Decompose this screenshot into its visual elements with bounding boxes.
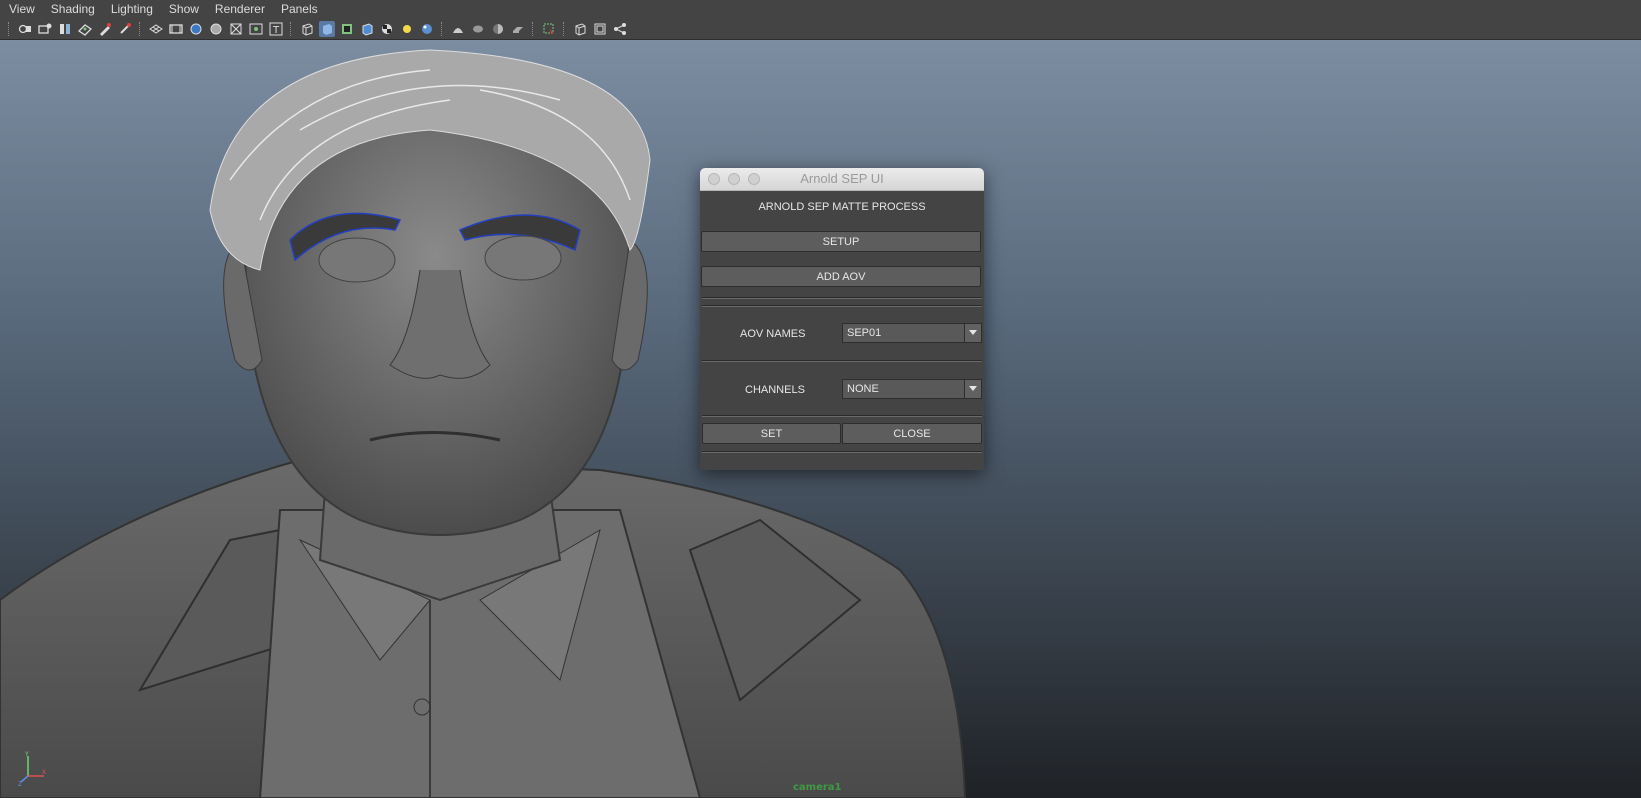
menu-panels[interactable]: Panels bbox=[272, 0, 325, 18]
viewport-menubar: View Shading Lighting Show Renderer Pane… bbox=[0, 0, 1641, 18]
2d-pan-zoom-icon[interactable] bbox=[117, 21, 133, 37]
close-button[interactable]: CLOSE bbox=[842, 423, 982, 444]
xray-components-icon[interactable] bbox=[592, 21, 608, 37]
safe-action-icon[interactable] bbox=[248, 21, 264, 37]
setup-button[interactable]: SETUP bbox=[701, 231, 981, 252]
depth-of-field-icon[interactable] bbox=[490, 21, 506, 37]
aov-names-label: AOV NAMES bbox=[740, 328, 806, 340]
svg-text:Z: Z bbox=[18, 781, 22, 786]
dialog-titlebar[interactable]: Arnold SEP UI bbox=[700, 168, 984, 191]
menu-view[interactable]: View bbox=[0, 0, 42, 18]
aov-names-dropdown[interactable]: SEP01 bbox=[842, 323, 982, 343]
separator bbox=[702, 305, 982, 307]
add-aov-button[interactable]: ADD AOV bbox=[701, 266, 981, 287]
resolution-gate-icon[interactable] bbox=[188, 21, 204, 37]
chevron-down-icon bbox=[964, 380, 981, 398]
separator bbox=[702, 415, 982, 417]
toolbar-divider bbox=[139, 21, 142, 36]
film-gate-icon[interactable] bbox=[168, 21, 184, 37]
smooth-shade-icon[interactable] bbox=[319, 20, 335, 37]
arnold-sep-dialog: Arnold SEP UI ARNOLD SEP MATTE PROCESS S… bbox=[700, 168, 984, 470]
share-icon[interactable] bbox=[612, 21, 628, 37]
toolbar-divider bbox=[441, 21, 444, 36]
image-plane-icon[interactable] bbox=[77, 21, 93, 37]
svg-text:Y: Y bbox=[24, 751, 29, 758]
aov-names-value: SEP01 bbox=[847, 327, 882, 339]
dialog-heading: ARNOLD SEP MATTE PROCESS bbox=[758, 201, 926, 213]
menu-lighting[interactable]: Lighting bbox=[102, 0, 160, 18]
panel-toolbar: T bbox=[0, 18, 1641, 40]
separator bbox=[702, 451, 982, 453]
textured-icon[interactable] bbox=[359, 21, 375, 37]
use-lights-icon[interactable] bbox=[379, 21, 395, 37]
toolbar-divider bbox=[563, 21, 566, 36]
camera-attributes-icon[interactable] bbox=[37, 21, 53, 37]
motion-blur-icon[interactable] bbox=[450, 21, 466, 37]
toolbar-divider bbox=[532, 21, 535, 36]
isolate-select-icon[interactable] bbox=[510, 21, 526, 37]
field-chart-icon[interactable] bbox=[228, 21, 244, 37]
menu-show[interactable]: Show bbox=[160, 0, 206, 18]
menu-shading[interactable]: Shading bbox=[42, 0, 102, 18]
multisample-aa-icon[interactable] bbox=[470, 21, 486, 37]
camera-name-label: camera1 bbox=[793, 782, 842, 793]
toolbar-divider bbox=[8, 21, 11, 36]
xray-icon[interactable] bbox=[541, 21, 557, 37]
channels-dropdown[interactable]: NONE bbox=[842, 379, 982, 399]
chevron-down-icon bbox=[964, 324, 981, 342]
svg-text:T: T bbox=[272, 25, 280, 36]
wireframe-icon[interactable] bbox=[299, 21, 315, 37]
channels-value: NONE bbox=[847, 383, 879, 395]
grid-icon[interactable] bbox=[148, 21, 164, 37]
menu-renderer[interactable]: Renderer bbox=[206, 0, 272, 18]
screen-space-ao-icon[interactable] bbox=[419, 21, 435, 37]
axis-gizmo-icon: Y X Z bbox=[18, 751, 46, 786]
safe-title-icon[interactable]: T bbox=[268, 21, 284, 37]
grease-pencil-icon[interactable] bbox=[97, 21, 113, 37]
toolbar-divider bbox=[290, 21, 293, 36]
wireframe-on-shaded-icon[interactable] bbox=[339, 21, 355, 37]
bookmark-icon[interactable] bbox=[57, 21, 73, 37]
set-button[interactable]: SET bbox=[702, 423, 841, 444]
separator bbox=[702, 297, 982, 299]
separator bbox=[702, 360, 982, 362]
svg-text:X: X bbox=[42, 769, 46, 776]
camera-select-icon[interactable] bbox=[17, 21, 33, 37]
dialog-title: Arnold SEP UI bbox=[800, 171, 884, 186]
shadows-icon[interactable] bbox=[399, 21, 415, 37]
xray-joints-icon[interactable] bbox=[572, 21, 588, 37]
gate-mask-icon[interactable] bbox=[208, 21, 224, 37]
channels-label: CHANNELS bbox=[745, 384, 805, 396]
